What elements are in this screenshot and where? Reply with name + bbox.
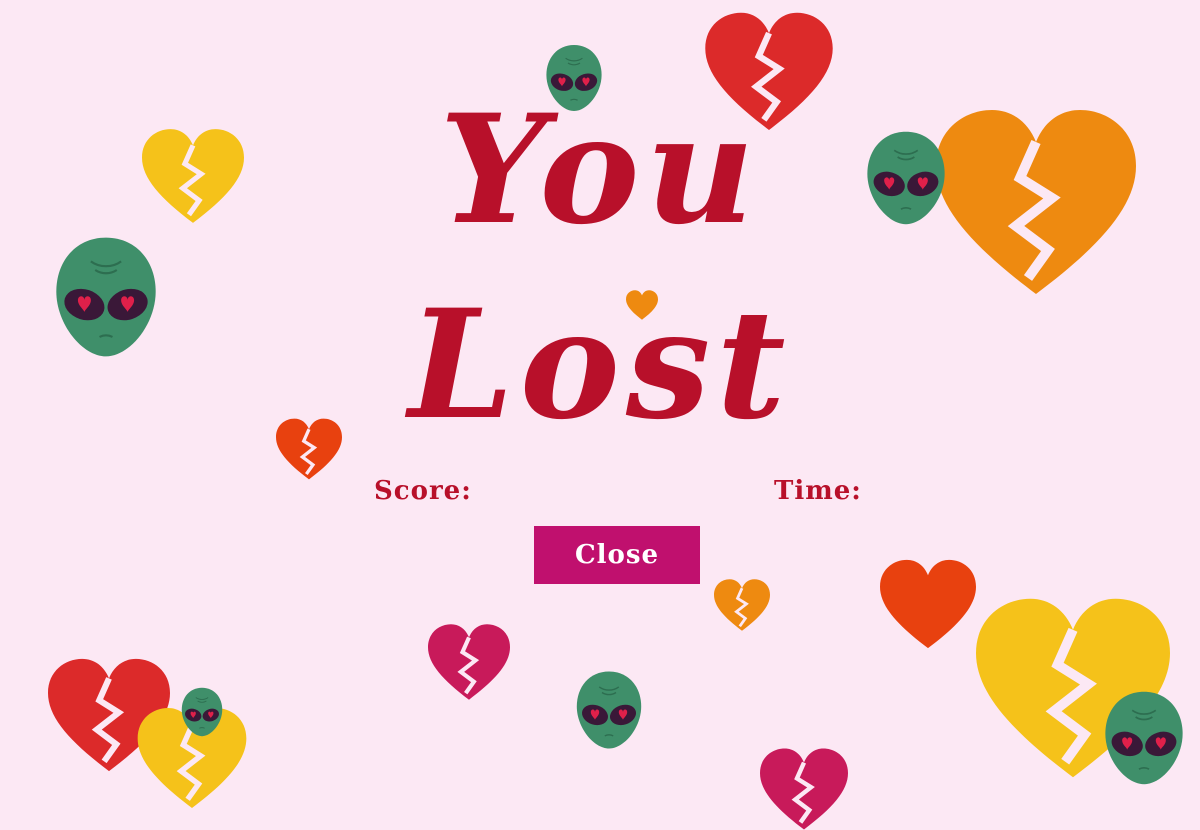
alien-head-icon (181, 687, 223, 737)
score-label: Score: (374, 476, 472, 506)
broken-heart-icon (760, 748, 848, 830)
title-you: You (439, 82, 761, 258)
alien-head-icon (1104, 690, 1184, 786)
title-lost: Lost (408, 277, 792, 453)
broken-heart-icon (714, 579, 770, 631)
alien-head-icon (576, 670, 642, 750)
heart-icon (880, 559, 976, 649)
broken-heart-icon (428, 624, 510, 700)
close-button[interactable]: Close (534, 526, 700, 584)
time-label: Time: (774, 476, 862, 506)
